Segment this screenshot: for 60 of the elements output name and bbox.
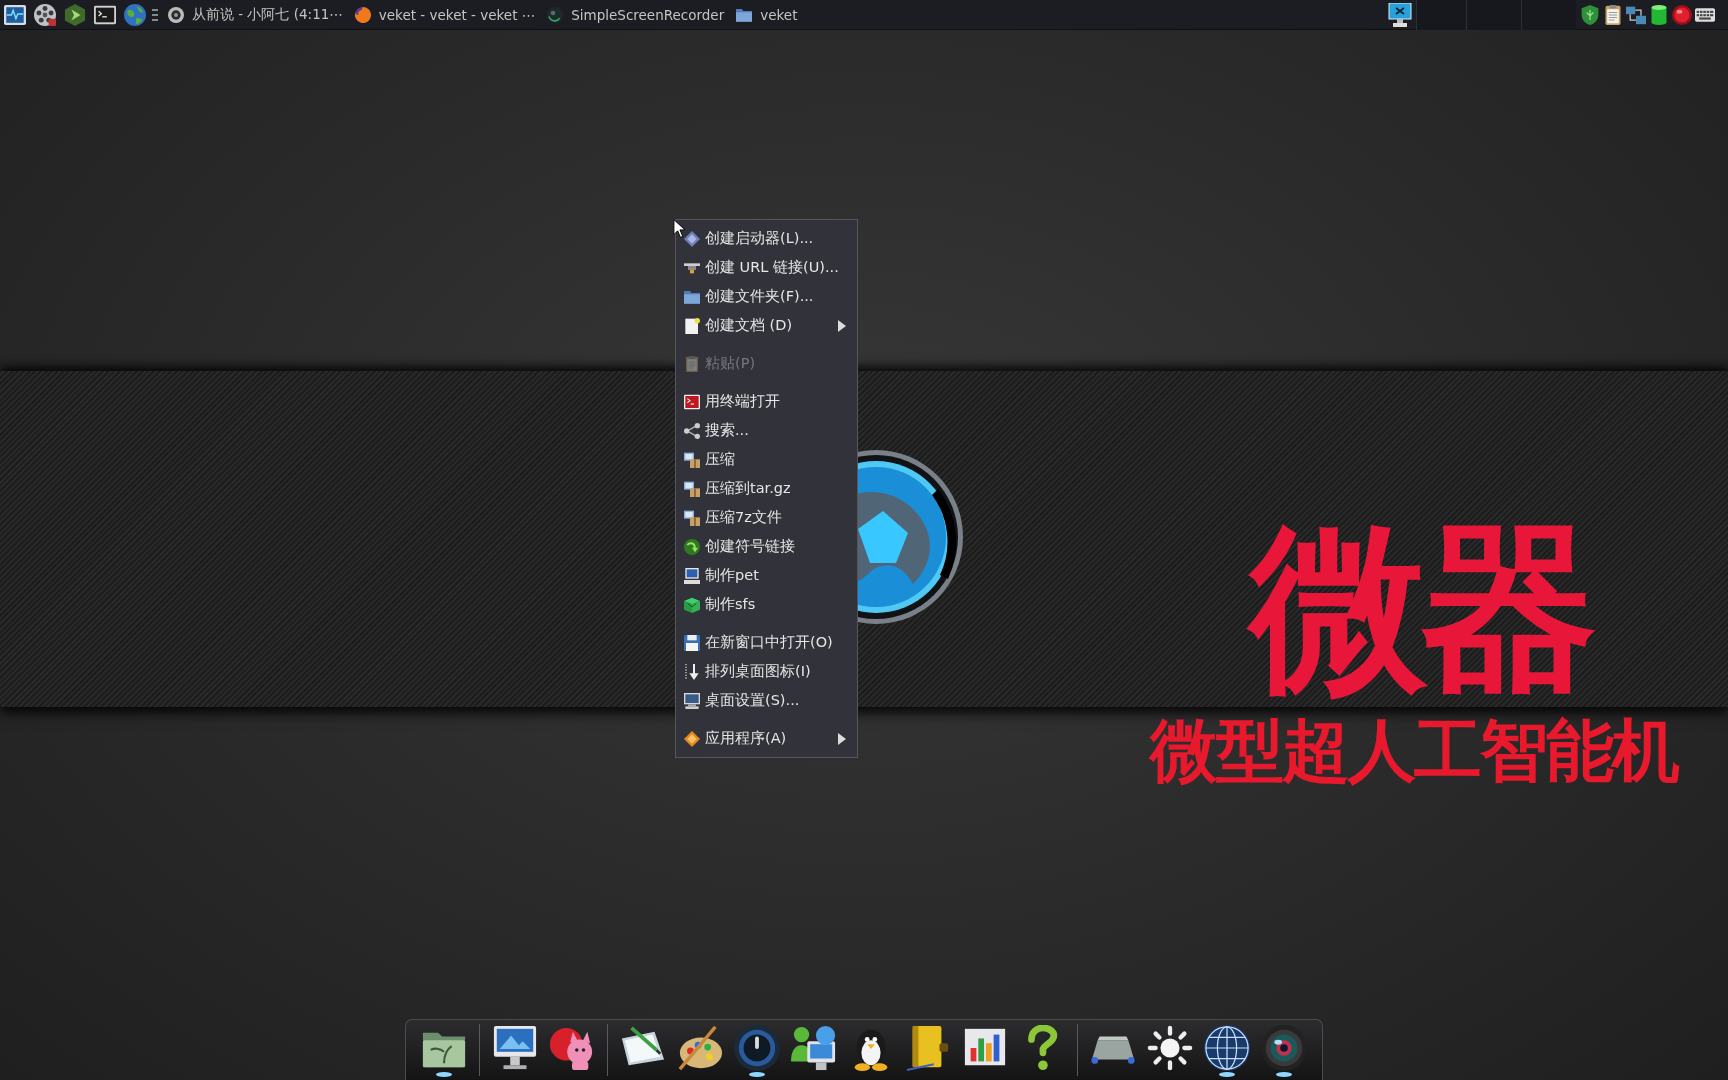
system-monitor-icon[interactable] bbox=[4, 3, 26, 26]
disc-icon bbox=[168, 6, 184, 23]
shield-icon[interactable] bbox=[1580, 4, 1600, 25]
workspace-pager-cell[interactable] bbox=[1466, 0, 1521, 30]
menu-item[interactable]: 制作sfs bbox=[676, 590, 857, 619]
menu-item[interactable]: 压缩 bbox=[676, 445, 857, 474]
clipboard-icon bbox=[684, 355, 700, 372]
taskbar-button[interactable]: 从前说 - 小阿七 (4:11⋯ bbox=[165, 1, 346, 28]
menu-item[interactable]: 压缩7z文件 bbox=[676, 503, 857, 532]
computer-icon[interactable] bbox=[491, 1025, 539, 1071]
box-icon bbox=[684, 596, 700, 613]
play-icon[interactable] bbox=[64, 3, 86, 26]
terminal-icon bbox=[684, 393, 700, 410]
globe-icon[interactable] bbox=[124, 3, 146, 26]
package-icon bbox=[684, 480, 700, 497]
workspace-pager-cell[interactable] bbox=[1416, 0, 1466, 30]
workspace-pager-cell[interactable] bbox=[1521, 0, 1576, 30]
arrow-down-icon bbox=[684, 663, 700, 680]
terminal-icon[interactable] bbox=[94, 3, 116, 26]
package-icon bbox=[684, 509, 700, 526]
menu-item[interactable]: 排列桌面图标(I) bbox=[676, 657, 857, 686]
package-icon bbox=[684, 451, 700, 468]
taskbar-button[interactable]: SimpleScreenRecorder bbox=[544, 1, 728, 28]
menu-item[interactable]: 应用程序(A) bbox=[676, 724, 857, 753]
menu-item[interactable]: 制作pet bbox=[676, 561, 857, 590]
taskbar-button[interactable]: veket bbox=[733, 1, 801, 28]
menu-item[interactable]: 用终端打开 bbox=[676, 387, 857, 416]
folder-icon bbox=[684, 288, 700, 305]
users-icon[interactable] bbox=[790, 1025, 838, 1071]
monitor-icon bbox=[684, 692, 700, 709]
menu-item[interactable]: 创建符号链接 bbox=[676, 532, 857, 561]
menu-item[interactable]: 创建文件夹(F)... bbox=[676, 282, 857, 311]
menu-item[interactable]: 桌面设置(S)... bbox=[676, 686, 857, 715]
note-icon bbox=[684, 317, 700, 334]
menu-item[interactable]: 在新窗口中打开(O) bbox=[676, 628, 857, 657]
palette-icon[interactable] bbox=[676, 1025, 724, 1071]
sun-icon[interactable] bbox=[1146, 1025, 1194, 1071]
clipboard-icon[interactable] bbox=[1603, 4, 1623, 25]
film-reel-icon[interactable] bbox=[34, 3, 56, 26]
folder-icon bbox=[736, 6, 753, 23]
menu-item[interactable]: 搜索... bbox=[676, 416, 857, 445]
cylinder-icon[interactable] bbox=[1649, 4, 1669, 25]
sphere-icon bbox=[547, 6, 564, 23]
menu-item[interactable]: 创建文档 (D) bbox=[676, 311, 857, 340]
ball-icon[interactable] bbox=[1672, 4, 1692, 25]
globe-icon[interactable] bbox=[1203, 1025, 1251, 1071]
menu-item[interactable]: 压缩到tar.gz bbox=[676, 474, 857, 503]
knob-icon[interactable] bbox=[733, 1025, 781, 1071]
flame-globe-icon bbox=[354, 6, 371, 23]
computer-icon bbox=[684, 567, 700, 584]
menu-item[interactable]: 创建 URL 链接(U)... bbox=[676, 253, 857, 282]
taskbar-button[interactable]: veket - veket - veket ⋯ bbox=[351, 1, 539, 28]
diamond-icon bbox=[684, 230, 700, 247]
wallpaper-subtitle: 微型超人工智能机 bbox=[1150, 714, 1678, 789]
grip-handle-icon[interactable] bbox=[152, 8, 158, 21]
monitor-icon[interactable] bbox=[1388, 2, 1412, 27]
nodes-icon bbox=[684, 422, 700, 439]
cursor-icon bbox=[673, 218, 686, 239]
diamond-icon bbox=[684, 730, 700, 747]
network-icon[interactable] bbox=[1626, 4, 1646, 25]
